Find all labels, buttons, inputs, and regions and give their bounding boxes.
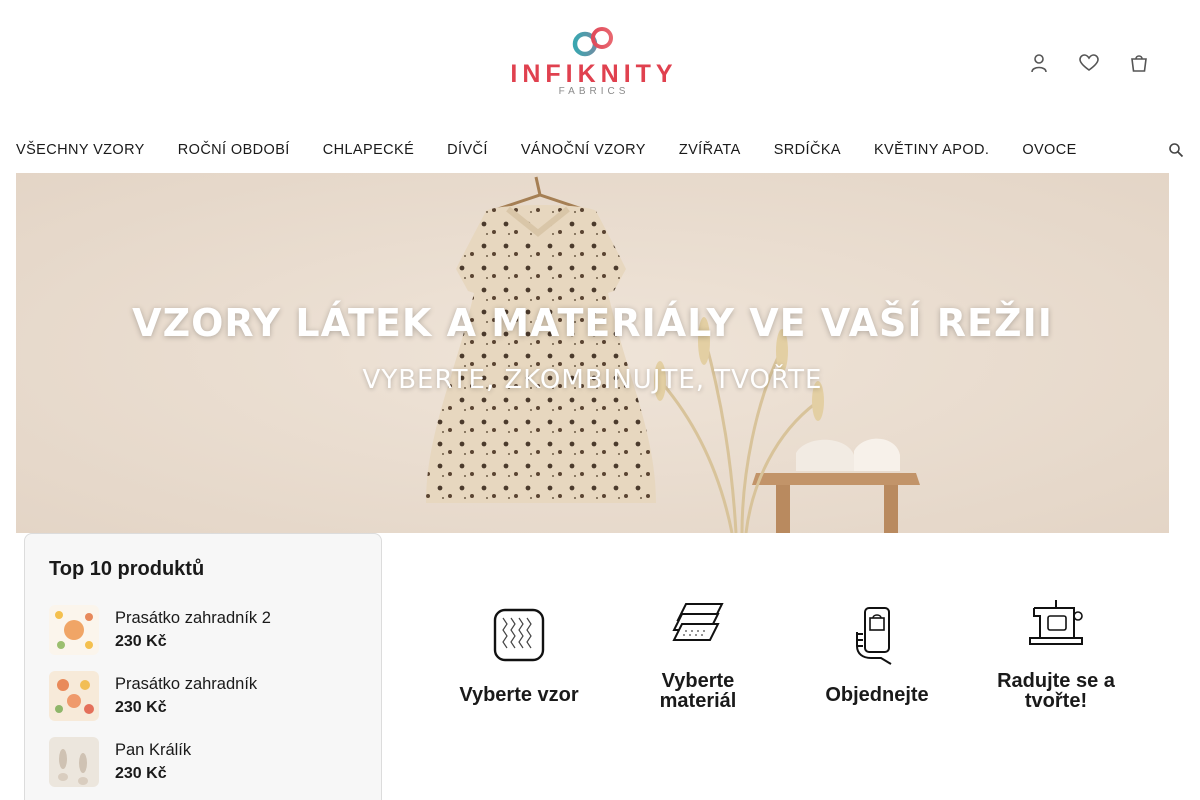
user-icon[interactable] — [1028, 52, 1050, 74]
fabric-swatch-icon — [493, 608, 545, 662]
hero-title: VZORY LÁTEK A MATERIÁLY VE VAŠÍ REŽII — [132, 301, 1053, 345]
hero-banner[interactable]: VZORY LÁTEK A MATERIÁLY VE VAŠÍ REŽII VY… — [16, 173, 1169, 533]
fabric-layers-icon — [672, 603, 724, 641]
brand-logo[interactable]: INFIKNITY FABRICS — [492, 24, 696, 104]
brand-name: INFIKNITY — [510, 60, 678, 88]
main-nav: VŠECHNY VZORY ROČNÍ OBDOBÍ CHLAPECKÉ DÍV… — [16, 138, 1184, 162]
product-thumbnail — [49, 737, 99, 787]
product-thumbnail — [49, 671, 99, 721]
product-price: 230 Kč — [115, 699, 167, 716]
step-choose-pattern: Vyberte vzor — [439, 598, 599, 705]
cart-icon[interactable] — [1128, 52, 1150, 74]
sewing-machine-icon — [1029, 600, 1083, 645]
product-item[interactable]: Prasátko zahradník 2 230 Kč — [49, 605, 369, 657]
step-label: Objednejte — [825, 684, 929, 706]
phone-order-icon — [856, 607, 892, 665]
nav-item-kvetiny[interactable]: KVĚTINY APOD. — [874, 142, 989, 158]
product-thumbnail — [49, 605, 99, 655]
nav-item-srdicka[interactable]: SRDÍČKA — [774, 142, 841, 158]
nav-item-rocni-obdobi[interactable]: ROČNÍ OBDOBÍ — [178, 142, 290, 158]
product-price: 230 Kč — [115, 633, 167, 650]
nav-item-chlapecke[interactable]: CHLAPECKÉ — [323, 142, 414, 158]
step-order: Objednejte — [797, 598, 957, 705]
product-price: 230 Kč — [115, 765, 167, 782]
step-label: Vyberte vzor — [459, 684, 579, 706]
header-actions — [1028, 52, 1150, 74]
hero-subtitle: VYBERTE, ZKOMBINUJTE, TVOŘTE — [362, 365, 823, 395]
product-item[interactable]: Pan Králík 230 Kč — [49, 737, 369, 789]
infinity-logo-icon — [572, 27, 613, 57]
step-choose-material: Vyberte materiál — [618, 598, 778, 711]
nav-item-vsechny-vzory[interactable]: VŠECHNY VZORY — [16, 142, 145, 158]
heart-icon[interactable] — [1078, 52, 1100, 74]
top-products-panel: Top 10 produktů Prasátko zahradník 2 230… — [24, 533, 382, 800]
nav-item-divci[interactable]: DÍVČÍ — [447, 142, 488, 158]
top-products-title: Top 10 produktů — [49, 558, 205, 580]
step-label: Vyberte materiál — [659, 670, 737, 712]
product-name: Pan Králík — [115, 741, 192, 759]
search-icon[interactable] — [1168, 142, 1184, 158]
step-enjoy: Radujte se a tvořte! — [976, 598, 1136, 711]
step-label: Radujte se a tvořte! — [997, 670, 1115, 712]
product-name: Prasátko zahradník 2 — [115, 609, 271, 627]
product-name: Prasátko zahradník — [115, 675, 258, 693]
nav-item-zvirata[interactable]: ZVÍŘATA — [679, 142, 741, 158]
product-item[interactable]: Prasátko zahradník 230 Kč — [49, 671, 369, 723]
brand-subtitle: FABRICS — [558, 86, 630, 97]
site-header: INFIKNITY FABRICS — [0, 0, 1200, 130]
nav-item-vanocni-vzory[interactable]: VÁNOČNÍ VZORY — [521, 142, 646, 158]
nav-item-ovoce[interactable]: OVOCE — [1022, 142, 1076, 158]
hero-image — [16, 173, 1169, 533]
